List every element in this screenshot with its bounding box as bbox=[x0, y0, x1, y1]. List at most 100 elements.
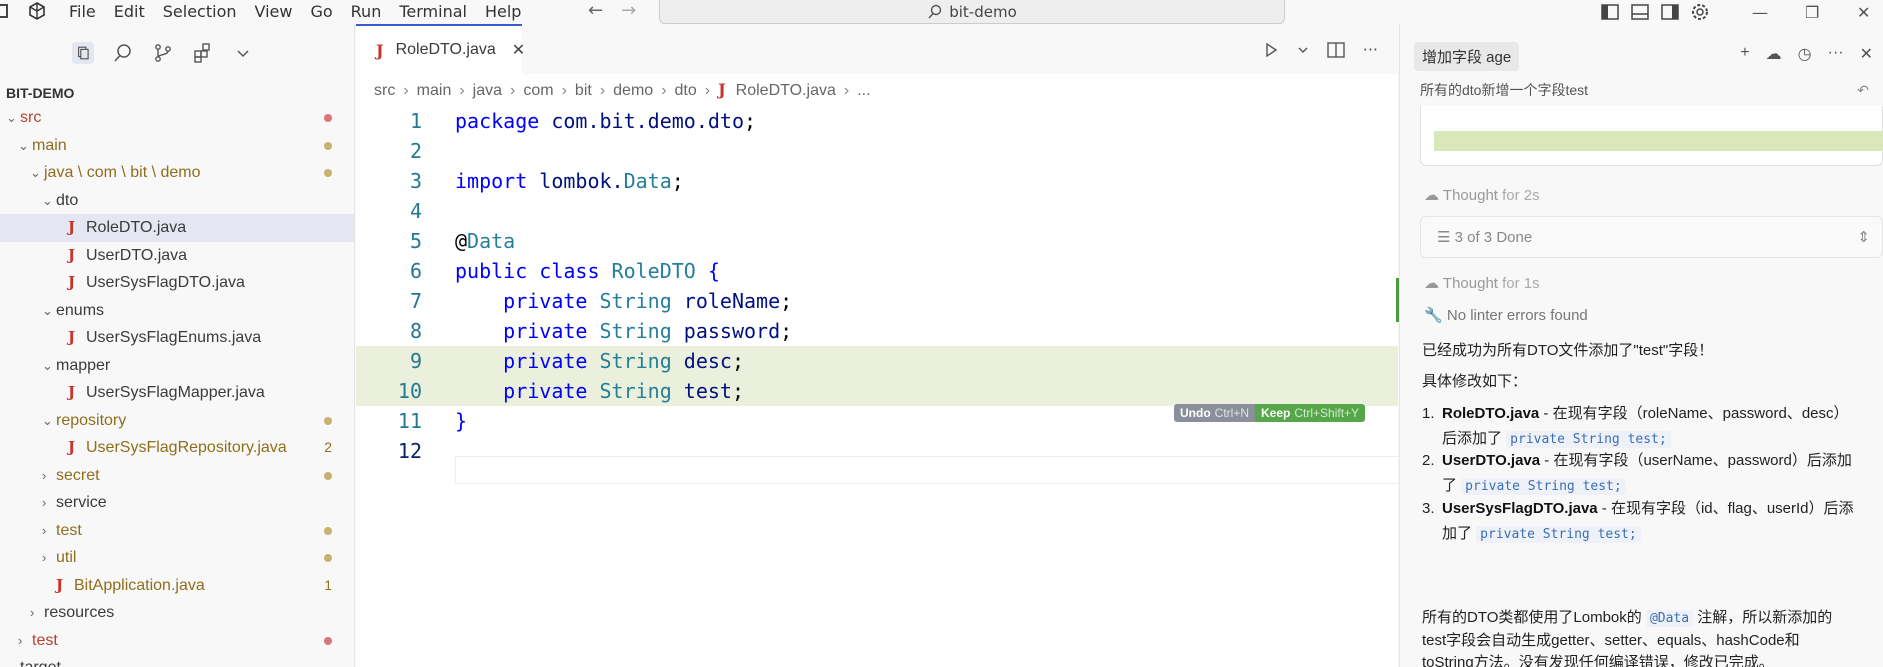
folder-tree-item[interactable]: › resources bbox=[0, 599, 354, 627]
back-arrow-icon[interactable]: ← bbox=[588, 0, 603, 22]
breadcrumb-item[interactable]: bit bbox=[575, 82, 592, 99]
line-source: private String test; bbox=[455, 376, 744, 406]
folder-tree-item[interactable]: › util bbox=[0, 544, 354, 572]
file-tree-item[interactable]: J UserDTO.java bbox=[0, 242, 354, 270]
file-name[interactable]: UserDTO.java bbox=[1442, 452, 1540, 469]
chevron-down-icon: ⌄ bbox=[42, 357, 53, 373]
menu-item-file[interactable]: File bbox=[60, 0, 105, 24]
run-icon[interactable] bbox=[1263, 42, 1279, 58]
breadcrumb-item[interactable]: main bbox=[417, 82, 452, 99]
breadcrumb-file[interactable]: RoleDTO.java bbox=[736, 82, 836, 99]
folder-tree-item[interactable]: ⌄ repository bbox=[0, 407, 354, 435]
close-icon[interactable]: ✕ bbox=[1860, 44, 1873, 64]
file-name[interactable]: UserSysFlagDTO.java bbox=[1442, 500, 1598, 517]
code-token: private bbox=[503, 289, 600, 313]
minimize-button[interactable]: — bbox=[1752, 0, 1768, 24]
menu-item-help[interactable]: Help bbox=[476, 0, 530, 24]
file-tree-item[interactable]: J BitApplication.java 1 bbox=[0, 572, 354, 600]
folder-tree-item[interactable]: ⌄ main bbox=[0, 132, 354, 160]
menu-item-go[interactable]: Go bbox=[301, 0, 341, 24]
folder-tree-item[interactable]: ⌄ src bbox=[0, 104, 354, 132]
folder-tree-item[interactable]: › test bbox=[0, 627, 354, 655]
history-icon[interactable]: ◷ bbox=[1798, 44, 1812, 64]
line-number: 10 bbox=[397, 379, 422, 403]
code-token: Data bbox=[467, 229, 516, 253]
more-actions-icon[interactable]: ··· bbox=[1363, 40, 1378, 59]
forward-arrow-icon[interactable]: → bbox=[621, 0, 636, 22]
toggle-primary-sidebar-icon[interactable] bbox=[1600, 2, 1620, 22]
code-line[interactable]: 1 package com.bit.demo.dto; bbox=[356, 106, 1398, 136]
keep-button[interactable]: Keep Ctrl+Shift+Y bbox=[1255, 404, 1366, 422]
more-actions-icon[interactable]: ··· bbox=[1828, 44, 1844, 64]
folder-tree-item[interactable]: › service bbox=[0, 489, 354, 517]
code-line[interactable]: 7 private String roleName; bbox=[356, 286, 1398, 316]
breadcrumb-item[interactable]: dto bbox=[675, 82, 697, 99]
tab-roledto[interactable]: J RoleDTO.java ✕ bbox=[356, 24, 525, 74]
breadcrumb-item[interactable]: demo bbox=[613, 82, 653, 99]
folder-tree-item[interactable]: ⌄ enums bbox=[0, 297, 354, 325]
chevron-down-icon[interactable] bbox=[232, 42, 254, 64]
explorer-files-icon[interactable] bbox=[72, 42, 94, 64]
file-tree-item[interactable]: J UserSysFlagRepository.java 2 bbox=[0, 434, 354, 462]
code-line[interactable]: 4 bbox=[356, 196, 1398, 226]
cloud-icon[interactable]: ☁ bbox=[1766, 44, 1782, 64]
file-tree-item[interactable]: J UserSysFlagDTO.java bbox=[0, 269, 354, 297]
breadcrumb-item[interactable]: src bbox=[374, 82, 395, 99]
thought-row-2[interactable]: ☁ Thought for 1s bbox=[1424, 274, 1540, 292]
code-token: Data bbox=[623, 169, 672, 193]
diff-preview bbox=[1420, 106, 1883, 166]
menu-item-run[interactable]: Run bbox=[342, 0, 391, 24]
folder-tree-item[interactable]: › test bbox=[0, 517, 354, 545]
user-prompt[interactable]: 所有的dto新增一个字段test ↶ bbox=[1420, 80, 1883, 104]
folder-tree-item[interactable]: ⌄ dto bbox=[0, 187, 354, 215]
code-line[interactable]: 6 public class RoleDTO { bbox=[356, 256, 1398, 286]
code-line[interactable]: 8 private String password; bbox=[356, 316, 1398, 346]
java-file-icon: J bbox=[68, 383, 76, 401]
undo-button[interactable]: Undo Ctrl+N bbox=[1174, 404, 1255, 422]
explorer-root-label[interactable]: BIT-DEMO bbox=[0, 82, 354, 104]
menu-item-view[interactable]: View bbox=[246, 0, 302, 24]
restore-button[interactable]: ❐ bbox=[1805, 0, 1819, 24]
chevron-down-icon[interactable] bbox=[1297, 44, 1309, 56]
close-window-button[interactable]: ✕ bbox=[1857, 0, 1870, 24]
menu-item-selection[interactable]: Selection bbox=[154, 0, 246, 24]
code-line[interactable]: 2 bbox=[356, 136, 1398, 166]
breadcrumb-item[interactable]: com bbox=[523, 82, 553, 99]
search-icon[interactable] bbox=[112, 42, 134, 64]
menu-item-terminal[interactable]: Terminal bbox=[390, 0, 476, 24]
file-tree-item[interactable]: J UserSysFlagMapper.java bbox=[0, 379, 354, 407]
chat-title-tab[interactable]: 增加字段 age bbox=[1414, 42, 1520, 71]
restore-checkpoint-icon[interactable]: ↶ bbox=[1857, 82, 1869, 99]
steps-summary[interactable]: ☰ 3 of 3 Done ⇕ bbox=[1420, 216, 1883, 258]
thought-row-1[interactable]: ☁ Thought for 2s bbox=[1424, 186, 1540, 204]
code-line[interactable]: 10 private String test; bbox=[356, 376, 1398, 406]
extensions-icon[interactable] bbox=[192, 42, 214, 64]
tree-item-label: target bbox=[20, 659, 61, 667]
tree-item-label: resources bbox=[44, 604, 115, 621]
toggle-secondary-sidebar-icon[interactable] bbox=[1660, 2, 1680, 22]
code-line[interactable]: 5 @Data bbox=[356, 226, 1398, 256]
menu-item-edit[interactable]: Edit bbox=[105, 0, 154, 24]
folder-tree-item[interactable]: ⌄ mapper bbox=[0, 352, 354, 380]
new-chat-icon[interactable]: + bbox=[1740, 44, 1749, 64]
file-name[interactable]: RoleDTO.java bbox=[1442, 405, 1539, 422]
source-control-icon[interactable] bbox=[152, 42, 174, 64]
java-file-icon: J bbox=[68, 245, 76, 264]
folder-tree-item[interactable]: ⌄ java \ com \ bit \ demo bbox=[0, 159, 354, 187]
sidebar-toggle-icon[interactable] bbox=[0, 4, 8, 18]
chat-header: 增加字段 age + ☁ ◷ ··· ✕ bbox=[1400, 24, 1883, 71]
breadcrumb-item[interactable]: java bbox=[473, 82, 502, 99]
command-center-search[interactable]: bit-demo bbox=[659, 0, 1285, 24]
close-icon[interactable]: ✕ bbox=[512, 40, 525, 60]
code-line[interactable]: 9 private String desc; bbox=[356, 346, 1398, 376]
code-line[interactable]: 3 import lombok.Data; bbox=[356, 166, 1398, 196]
file-tree-item[interactable]: J RoleDTO.java bbox=[0, 214, 354, 242]
file-tree-item[interactable]: J UserSysFlagEnums.java bbox=[0, 324, 354, 352]
folder-tree-item[interactable]: › secret bbox=[0, 462, 354, 490]
split-editor-icon[interactable] bbox=[1327, 41, 1345, 58]
toggle-panel-icon[interactable] bbox=[1630, 2, 1650, 22]
breadcrumb-symbol[interactable]: ... bbox=[857, 82, 870, 99]
folder-tree-item[interactable]: target bbox=[0, 654, 354, 667]
settings-gear-icon[interactable] bbox=[1690, 2, 1710, 22]
